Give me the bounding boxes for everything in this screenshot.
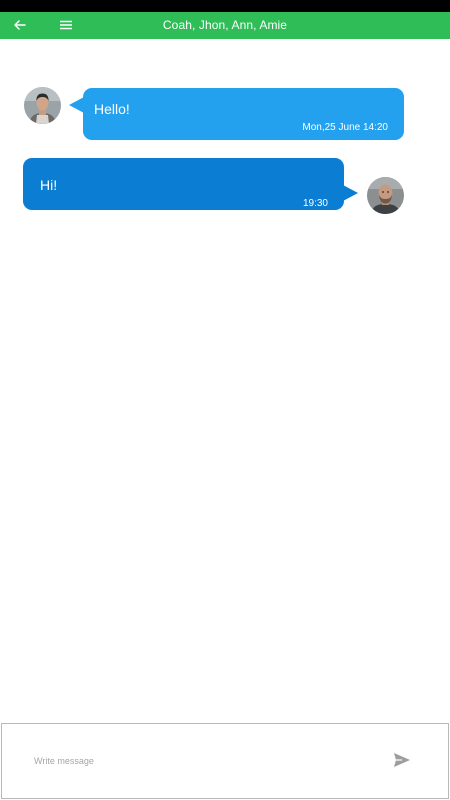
bubble-tail	[69, 97, 84, 113]
status-bar	[0, 0, 450, 12]
avatar-young-man[interactable]	[24, 87, 61, 124]
send-button[interactable]	[393, 752, 413, 772]
message-input[interactable]	[34, 751, 364, 771]
message-timestamp: 19:30	[302, 198, 328, 209]
avatar-bald-man[interactable]	[367, 177, 404, 214]
message-bubble-outgoing[interactable]: Hi! 19:30	[23, 158, 344, 210]
message-text: Hello!	[94, 101, 130, 117]
bubble-tail	[343, 185, 358, 201]
message-composer	[1, 723, 449, 799]
message-text: Hi!	[40, 177, 58, 193]
chat-screen: Coah, Jhon, Ann, Amie Hello! Mon,25 June…	[0, 0, 450, 800]
app-bar: Coah, Jhon, Ann, Amie	[0, 12, 450, 39]
send-icon	[393, 753, 411, 772]
message-timestamp: Mon,25 June 14:20	[302, 122, 388, 133]
chat-title: Coah, Jhon, Ann, Amie	[162, 18, 288, 32]
message-bubble-incoming[interactable]: Hello! Mon,25 June 14:20	[83, 88, 404, 140]
